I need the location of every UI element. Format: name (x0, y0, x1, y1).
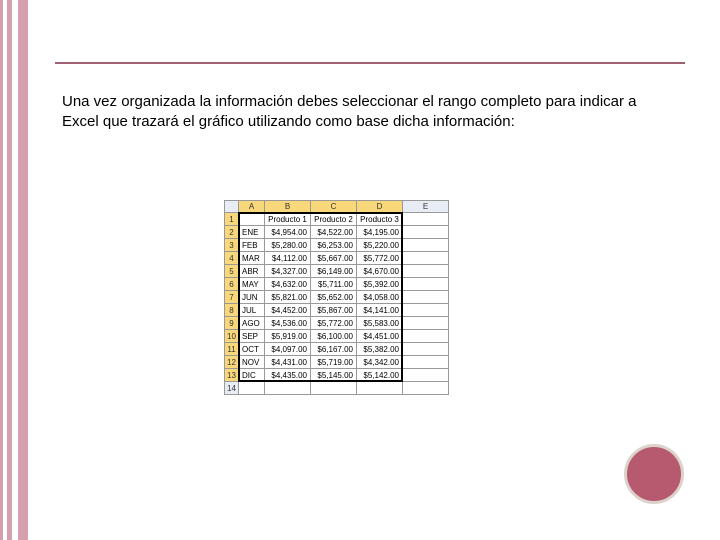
value-cell: $4,342.00 (357, 356, 403, 369)
cell-empty (403, 291, 449, 304)
value-cell: $4,452.00 (265, 304, 311, 317)
value-cell: $5,719.00 (311, 356, 357, 369)
col-header-A: A (239, 201, 265, 213)
row-header: 7 (225, 291, 239, 304)
month-cell: FEB (239, 239, 265, 252)
cell-empty (403, 226, 449, 239)
value-cell: $4,431.00 (265, 356, 311, 369)
value-cell: $4,097.00 (265, 343, 311, 356)
cell-empty (403, 343, 449, 356)
row-header: 8 (225, 304, 239, 317)
month-cell: MAR (239, 252, 265, 265)
corner-cell (225, 201, 239, 213)
value-cell: $5,142.00 (357, 369, 403, 382)
excel-screenshot: A B C D E 1 Producto 1Producto 2Producto … (224, 200, 449, 395)
value-cell: $4,670.00 (357, 265, 403, 278)
value-cell: $5,145.00 (311, 369, 357, 382)
month-cell: OCT (239, 343, 265, 356)
cell-empty (403, 330, 449, 343)
cell-empty (403, 304, 449, 317)
value-cell: $4,058.00 (357, 291, 403, 304)
cell-empty (403, 369, 449, 382)
month-cell: JUL (239, 304, 265, 317)
row-header: 5 (225, 265, 239, 278)
value-cell: $6,100.00 (311, 330, 357, 343)
cell-empty (357, 382, 403, 395)
row-header: 14 (225, 382, 239, 395)
value-cell: $5,711.00 (311, 278, 357, 291)
product-header: Producto 2 (311, 213, 357, 226)
row-header: 1 (225, 213, 239, 226)
row-header: 13 (225, 369, 239, 382)
value-cell: $4,327.00 (265, 265, 311, 278)
value-cell: $4,522.00 (311, 226, 357, 239)
cell-empty (403, 356, 449, 369)
value-cell: $5,280.00 (265, 239, 311, 252)
month-cell: NOV (239, 356, 265, 369)
cell-empty (403, 213, 449, 226)
row-header: 4 (225, 252, 239, 265)
col-header-B: B (265, 201, 311, 213)
col-header-D: D (357, 201, 403, 213)
col-header-C: C (311, 201, 357, 213)
decorative-circle (624, 444, 684, 504)
row-header: 6 (225, 278, 239, 291)
month-cell: DIC (239, 369, 265, 382)
row-header: 3 (225, 239, 239, 252)
cell (239, 213, 265, 226)
value-cell: $4,141.00 (357, 304, 403, 317)
excel-table: A B C D E 1 Producto 1Producto 2Producto … (224, 200, 449, 395)
col-header-E: E (403, 201, 449, 213)
value-cell: $4,954.00 (265, 226, 311, 239)
month-cell: ENE (239, 226, 265, 239)
value-cell: $5,583.00 (357, 317, 403, 330)
cell-empty (403, 265, 449, 278)
row-header: 11 (225, 343, 239, 356)
cell-empty (311, 382, 357, 395)
cell-empty (403, 382, 449, 395)
row-header: 10 (225, 330, 239, 343)
value-cell: $5,392.00 (357, 278, 403, 291)
value-cell: $4,112.00 (265, 252, 311, 265)
value-cell: $5,382.00 (357, 343, 403, 356)
row-header: 2 (225, 226, 239, 239)
value-cell: $6,149.00 (311, 265, 357, 278)
product-header: Producto 1 (265, 213, 311, 226)
value-cell: $4,536.00 (265, 317, 311, 330)
month-cell: MAY (239, 278, 265, 291)
value-cell: $4,451.00 (357, 330, 403, 343)
value-cell: $5,772.00 (311, 317, 357, 330)
month-cell: AGO (239, 317, 265, 330)
cell-empty (403, 317, 449, 330)
left-stripe-decoration (0, 0, 28, 540)
cell-empty (403, 252, 449, 265)
cell-empty (265, 382, 311, 395)
cell-empty (239, 382, 265, 395)
row-header: 12 (225, 356, 239, 369)
month-cell: ABR (239, 265, 265, 278)
value-cell: $5,919.00 (265, 330, 311, 343)
value-cell: $5,667.00 (311, 252, 357, 265)
month-cell: SEP (239, 330, 265, 343)
value-cell: $6,167.00 (311, 343, 357, 356)
value-cell: $4,195.00 (357, 226, 403, 239)
value-cell: $4,435.00 (265, 369, 311, 382)
month-cell: JUN (239, 291, 265, 304)
value-cell: $5,867.00 (311, 304, 357, 317)
value-cell: $5,772.00 (357, 252, 403, 265)
top-divider (55, 62, 685, 64)
instruction-text: Una vez organizada la información debes … (62, 92, 662, 133)
value-cell: $5,821.00 (265, 291, 311, 304)
row-header: 9 (225, 317, 239, 330)
value-cell: $4,632.00 (265, 278, 311, 291)
product-header: Producto 3 (357, 213, 403, 226)
value-cell: $6,253.00 (311, 239, 357, 252)
value-cell: $5,220.00 (357, 239, 403, 252)
cell-empty (403, 239, 449, 252)
value-cell: $5,652.00 (311, 291, 357, 304)
cell-empty (403, 278, 449, 291)
